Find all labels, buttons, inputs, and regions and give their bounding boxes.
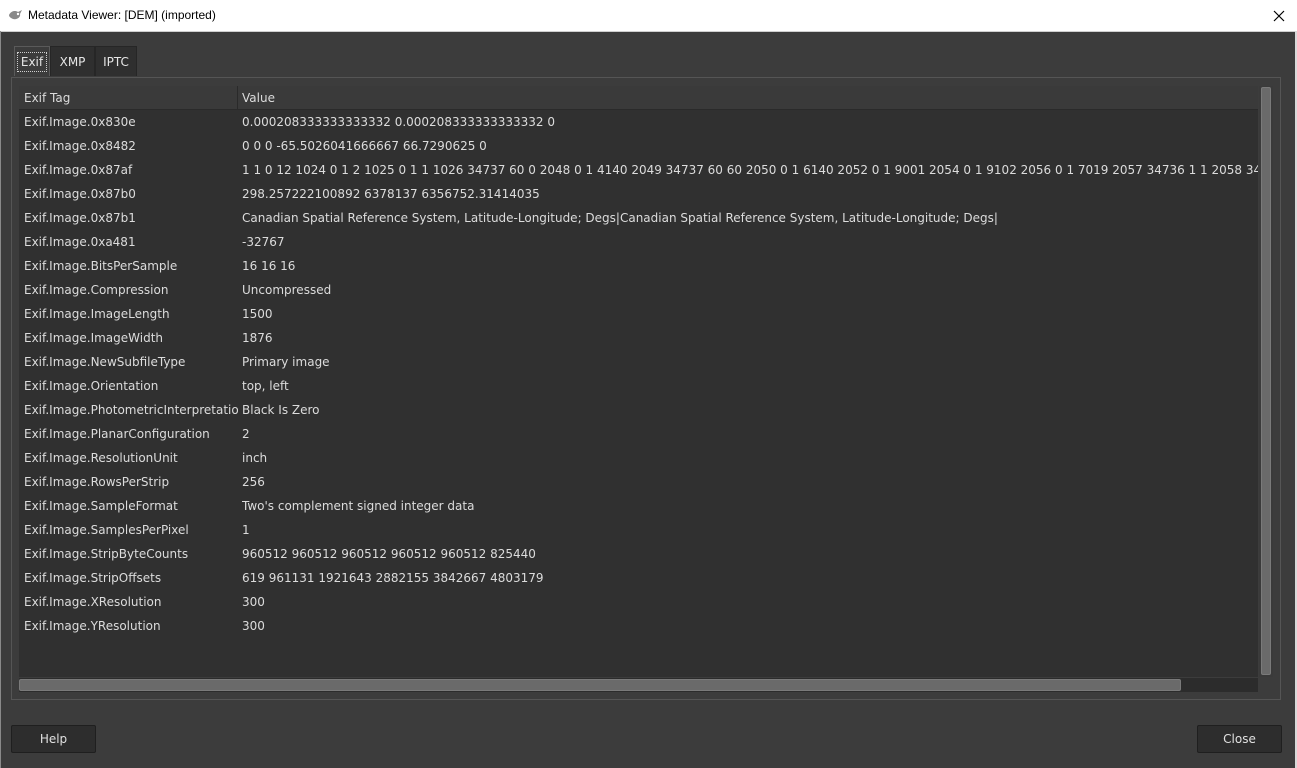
exif-tag-cell: Exif.Image.ResolutionUnit bbox=[24, 451, 178, 465]
exif-tag-cell: Exif.Image.NewSubfileType bbox=[24, 355, 186, 369]
value-cell: 1 1 0 12 1024 0 1 2 1025 0 1 1 1026 3473… bbox=[242, 163, 1258, 177]
exif-tag-cell: Exif.Image.Compression bbox=[24, 283, 169, 297]
value-cell: 1500 bbox=[242, 307, 273, 321]
title-bar: Metadata Viewer: [DEM] (imported) bbox=[0, 0, 1297, 32]
value-cell: inch bbox=[242, 451, 268, 465]
table-row[interactable]: Exif.Image.PlanarConfiguration 2 bbox=[19, 422, 1258, 446]
value-cell: top, left bbox=[242, 379, 289, 393]
table-row[interactable]: Exif.Image.SampleFormat Two's complement … bbox=[19, 494, 1258, 518]
value-cell: 300 bbox=[242, 595, 265, 609]
close-button[interactable]: Close bbox=[1197, 725, 1282, 753]
table-row[interactable]: Exif.Image.RowsPerStrip 256 bbox=[19, 470, 1258, 494]
table-row[interactable]: Exif.Image.0x830e 0.000208333333333332 0.… bbox=[19, 110, 1258, 134]
table-row[interactable]: Exif.Image.0x87b0 298.257222100892 637813… bbox=[19, 182, 1258, 206]
tab-label: IPTC bbox=[103, 55, 129, 69]
horizontal-scrollbar[interactable] bbox=[19, 678, 1258, 692]
tab-xmp[interactable]: XMP bbox=[50, 46, 95, 76]
exif-tag-cell: Exif.Image.Orientation bbox=[24, 379, 159, 393]
exif-tag-cell: Exif.Image.SampleFormat bbox=[24, 499, 178, 513]
value-cell: 0.000208333333333332 0.00020833333333333… bbox=[242, 115, 556, 129]
exif-tag-cell: Exif.Image.ImageLength bbox=[24, 307, 170, 321]
table-header: Exif Tag Value bbox=[19, 86, 1258, 110]
table-row[interactable]: Exif.Image.0x87b1 Canadian Spatial Refere… bbox=[19, 206, 1258, 230]
value-cell: 300 bbox=[242, 619, 265, 633]
table-row[interactable]: Exif.Image.0x8482 0 0 0 -65.5026041666667… bbox=[19, 134, 1258, 158]
vertical-scrollbar[interactable] bbox=[1259, 86, 1273, 677]
exif-tag-cell: Exif.Image.PhotometricInterpretation bbox=[24, 403, 238, 417]
value-cell: 619 961131 1921643 2882155 3842667 48031… bbox=[242, 571, 544, 585]
table-row[interactable]: Exif.Image.NewSubfileType Primary image bbox=[19, 350, 1258, 374]
value-cell: Canadian Spatial Reference System, Latit… bbox=[242, 211, 998, 225]
value-cell: 960512 960512 960512 960512 960512 82544… bbox=[242, 547, 536, 561]
exif-tag-cell: Exif.Image.0x8482 bbox=[24, 139, 136, 153]
value-cell: 16 16 16 bbox=[242, 259, 296, 273]
exif-tag-cell: Exif.Image.0x87af bbox=[24, 163, 133, 177]
value-cell: 1 bbox=[242, 523, 250, 537]
table-row[interactable]: Exif.Image.Orientation top, left bbox=[19, 374, 1258, 398]
help-button[interactable]: Help bbox=[11, 725, 96, 753]
column-header-exif-tag[interactable]: Exif Tag bbox=[19, 86, 238, 109]
tab-label: XMP bbox=[59, 55, 86, 69]
value-cell: Uncompressed bbox=[242, 283, 332, 297]
exif-tag-cell: Exif.Image.SamplesPerPixel bbox=[24, 523, 189, 537]
value-cell: Two's complement signed integer data bbox=[242, 499, 475, 513]
table-row[interactable]: Exif.Image.StripByteCounts 960512 960512 … bbox=[19, 542, 1258, 566]
exif-tag-cell: Exif.Image.ImageWidth bbox=[24, 331, 164, 345]
value-cell: -32767 bbox=[242, 235, 285, 249]
exif-tag-cell: Exif.Image.BitsPerSample bbox=[24, 259, 178, 273]
gimp-wilber-icon bbox=[9, 10, 22, 20]
exif-tag-cell: Exif.Image.0xa481 bbox=[24, 235, 136, 249]
table-row[interactable]: Exif.Image.PhotometricInterpretation Blac… bbox=[19, 398, 1258, 422]
table-row[interactable]: Exif.Image.ImageLength 1500 bbox=[19, 302, 1258, 326]
exif-table[interactable]: Exif Tag Value Exif.Image.0x830e 0.000208… bbox=[19, 86, 1258, 677]
exif-tag-cell: Exif.Image.0x87b1 bbox=[24, 211, 136, 225]
tab-exif[interactable]: Exif bbox=[14, 46, 50, 76]
close-icon[interactable] bbox=[1261, 0, 1297, 31]
tab-label: Exif bbox=[16, 52, 48, 72]
column-header-value[interactable]: Value bbox=[238, 86, 1258, 109]
table-row[interactable]: Exif.Image.0x87af 1 1 0 12 1024 0 1 2 102… bbox=[19, 158, 1258, 182]
exif-tag-cell: Exif.Image.RowsPerStrip bbox=[24, 475, 170, 489]
value-cell: 256 bbox=[242, 475, 265, 489]
vertical-scrollbar-thumb[interactable] bbox=[1261, 87, 1271, 675]
exif-tag-cell: Exif.Image.StripOffsets bbox=[24, 571, 162, 585]
window-border-left bbox=[0, 31, 1, 768]
horizontal-scrollbar-thumb[interactable] bbox=[19, 679, 1181, 691]
table-row[interactable]: Exif.Image.0xa481 -32767 bbox=[19, 230, 1258, 254]
exif-tag-cell: Exif.Image.YResolution bbox=[24, 619, 161, 633]
value-cell: 1876 bbox=[242, 331, 273, 345]
table-row[interactable]: Exif.Image.ResolutionUnit inch bbox=[19, 446, 1258, 470]
value-cell: 298.257222100892 6378137 6356752.3141403… bbox=[242, 187, 540, 201]
table-row[interactable]: Exif.Image.Compression Uncompressed bbox=[19, 278, 1258, 302]
exif-tag-cell: Exif.Image.XResolution bbox=[24, 595, 162, 609]
window-title: Metadata Viewer: [DEM] (imported) bbox=[28, 8, 216, 22]
exif-tag-cell: Exif.Image.0x830e bbox=[24, 115, 136, 129]
exif-tag-cell: Exif.Image.0x87b0 bbox=[24, 187, 136, 201]
table-row[interactable]: Exif.Image.ImageWidth 1876 bbox=[19, 326, 1258, 350]
value-cell: Primary image bbox=[242, 355, 330, 369]
value-cell: 0 0 0 -65.5026041666667 66.7290625 0 bbox=[242, 139, 487, 153]
table-row[interactable]: Exif.Image.BitsPerSample 16 16 16 bbox=[19, 254, 1258, 278]
exif-tag-cell: Exif.Image.StripByteCounts bbox=[24, 547, 189, 561]
table-row[interactable]: Exif.Image.SamplesPerPixel 1 bbox=[19, 518, 1258, 542]
table-row[interactable]: Exif.Image.XResolution 300 bbox=[19, 590, 1258, 614]
table-body: Exif.Image.0x830e 0.000208333333333332 0.… bbox=[19, 110, 1258, 638]
value-cell: 2 bbox=[242, 427, 250, 441]
exif-tag-cell: Exif.Image.PlanarConfiguration bbox=[24, 427, 210, 441]
table-row[interactable]: Exif.Image.YResolution 300 bbox=[19, 614, 1258, 638]
table-row[interactable]: Exif.Image.StripOffsets 619 961131 192164… bbox=[19, 566, 1258, 590]
tab-iptc[interactable]: IPTC bbox=[95, 46, 137, 76]
value-cell: Black Is Zero bbox=[242, 403, 320, 417]
